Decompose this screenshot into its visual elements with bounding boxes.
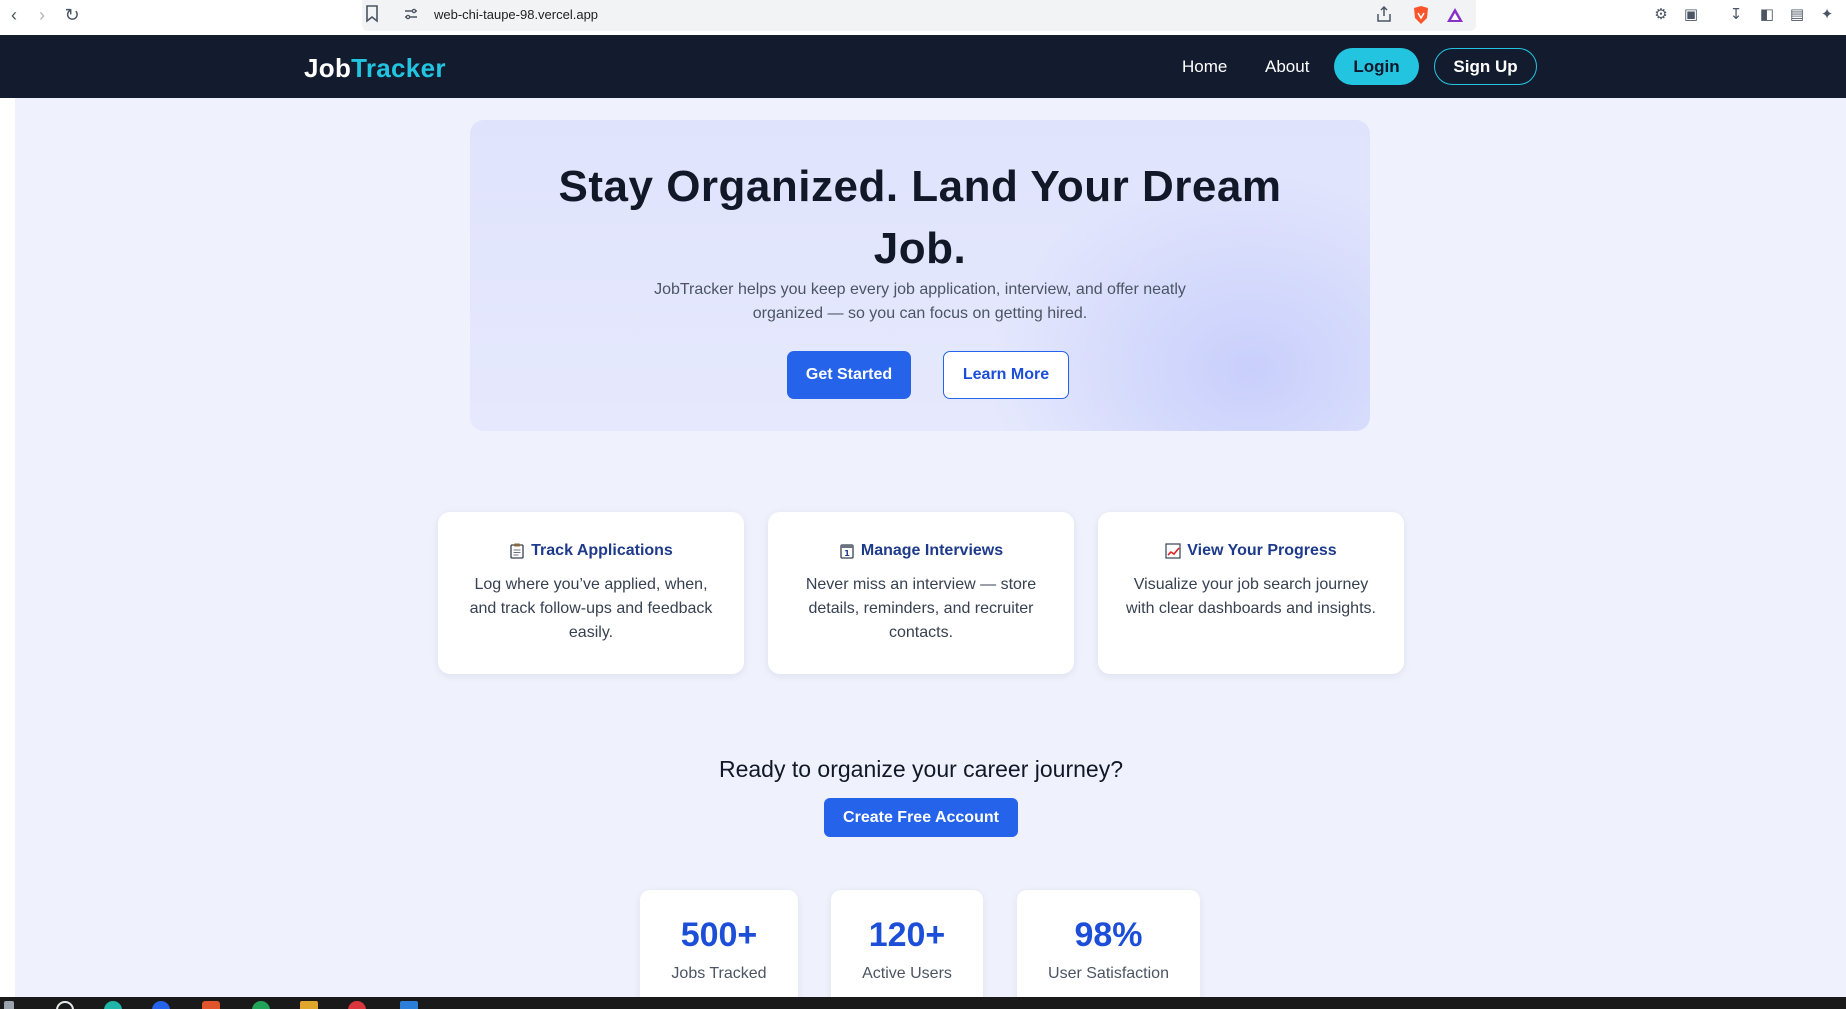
url-text[interactable]: web-chi-taupe-98.vercel.app <box>434 7 598 22</box>
stat-value: 98% <box>1074 916 1143 954</box>
folder-icon[interactable] <box>300 1001 318 1009</box>
get-started-button[interactable]: Get Started <box>787 351 911 399</box>
clipboard-icon <box>509 543 525 559</box>
stat-label: Jobs Tracked <box>671 965 767 982</box>
sidebar-icon[interactable]: ◧ <box>1757 5 1777 25</box>
os-taskbar <box>0 997 1846 1009</box>
back-icon[interactable]: ‹ <box>4 5 24 25</box>
site-header: JobTracker Home About Login Sign Up <box>0 35 1846 98</box>
stat-value: 120+ <box>868 916 946 954</box>
nav-about-link[interactable]: About <box>1265 57 1309 77</box>
wallet-icon[interactable]: ▤ <box>1787 5 1807 25</box>
share-icon[interactable] <box>1374 5 1394 25</box>
reload-icon[interactable]: ↻ <box>62 5 82 25</box>
main-content: Stay Organized. Land Your Dream Job. Job… <box>15 98 1846 1009</box>
create-account-button[interactable]: Create Free Account <box>824 798 1018 837</box>
extensions-icon[interactable]: ⚙ <box>1651 5 1671 25</box>
logo-part-job: Job <box>304 53 352 83</box>
stat-value: 500+ <box>680 916 758 954</box>
stat-card-satisfaction: 98% User Satisfaction <box>1017 890 1200 1009</box>
app-icon[interactable] <box>252 1001 270 1009</box>
chart-up-icon <box>1165 543 1181 559</box>
stat-card-users: 120+ Active Users <box>831 890 983 1009</box>
app-icon[interactable] <box>348 1001 366 1009</box>
calendar-icon: 1 <box>839 543 855 559</box>
feature-title: Manage Interviews <box>860 542 1004 559</box>
hero-section: Stay Organized. Land Your Dream Job. Job… <box>470 120 1370 431</box>
app-icon[interactable] <box>152 1001 170 1009</box>
signup-button[interactable]: Sign Up <box>1434 48 1537 85</box>
hero-subtitle: JobTracker helps you keep every job appl… <box>654 281 1186 322</box>
brave-shields-icon[interactable] <box>1412 5 1430 25</box>
app-icon[interactable] <box>104 1001 122 1009</box>
feature-card-track-applications: Track Applications Log where you’ve appl… <box>438 512 744 674</box>
svg-text:1: 1 <box>844 549 850 558</box>
site-settings-icon[interactable] <box>403 8 419 22</box>
tab-search-icon[interactable]: ▣ <box>1681 5 1701 25</box>
start-icon[interactable] <box>4 1001 14 1009</box>
search-icon[interactable] <box>56 1001 74 1009</box>
leo-ai-icon[interactable]: ✦ <box>1817 5 1837 25</box>
stat-card-jobs: 500+ Jobs Tracked <box>640 890 798 1009</box>
logo-part-tracker: Tracker <box>351 53 446 83</box>
downloads-icon[interactable]: ↧ <box>1726 5 1746 25</box>
feature-card-manage-interviews: 1 Manage Interviews Never miss an interv… <box>768 512 1074 674</box>
feature-title: Track Applications <box>531 542 673 559</box>
stat-label: Active Users <box>862 965 952 982</box>
logo[interactable]: JobTracker <box>304 53 446 84</box>
login-button[interactable]: Login <box>1334 48 1419 85</box>
feature-card-view-progress: View Your Progress Visualize your job se… <box>1098 512 1404 674</box>
nav-home-link[interactable]: Home <box>1182 57 1227 77</box>
feature-title: View Your Progress <box>1187 542 1337 559</box>
hero-title: Stay Organized. Land Your Dream Job. <box>558 162 1282 273</box>
brave-app-icon[interactable] <box>202 1001 220 1009</box>
feature-description: Log where you’ve applied, when, and trac… <box>469 576 713 641</box>
feature-description: Visualize your job search journey with c… <box>1126 576 1376 617</box>
browser-toolbar: ‹ › ↻ web-chi-taupe-98.vercel.app ⚙ ▣ ↧ … <box>0 0 1846 35</box>
cta-heading: Ready to organize your career journey? <box>718 756 1123 782</box>
learn-more-button[interactable]: Learn More <box>943 351 1069 399</box>
bookmark-icon[interactable] <box>363 5 381 25</box>
feature-description: Never miss an interview — store details,… <box>805 576 1037 641</box>
forward-icon[interactable]: › <box>32 5 52 25</box>
vscode-icon[interactable] <box>400 1001 418 1009</box>
stat-label: User Satisfaction <box>1048 965 1169 982</box>
rewards-icon[interactable] <box>1446 6 1464 24</box>
